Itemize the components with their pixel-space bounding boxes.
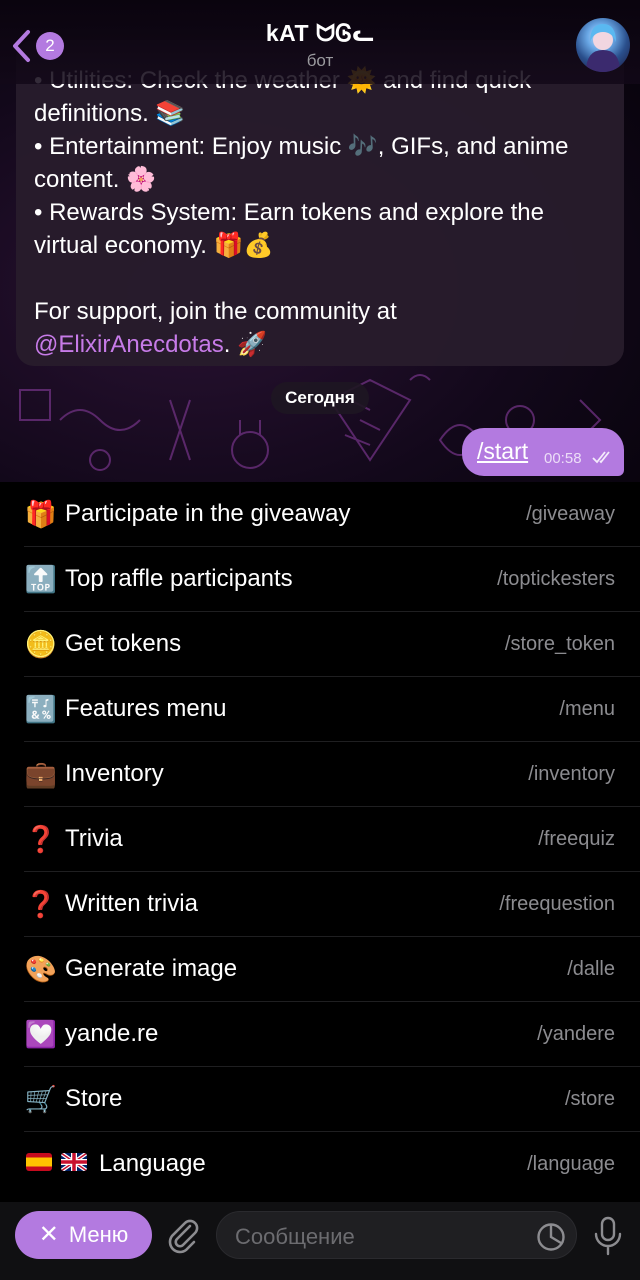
chat-title[interactable]: kAT ᗢᎶᓚ <box>0 20 640 47</box>
palette-icon: 🎨 <box>24 954 58 984</box>
command-item-giveaway[interactable]: 🎁 Participate in the giveaway /giveaway <box>24 482 640 547</box>
command-label: Trivia <box>65 825 123 852</box>
bot-command-list: 🎁 Participate in the giveaway /giveaway … <box>0 482 640 1202</box>
paperclip-icon[interactable] <box>164 1216 202 1254</box>
command-label: Get tokens <box>65 630 182 657</box>
command-label: Generate image <box>65 955 238 982</box>
message-line: definitions. 📚 <box>34 100 186 127</box>
community-mention-link[interactable]: @ElixirAnecdotas <box>34 331 224 358</box>
message-line: virtual economy. 🎁💰 <box>34 232 274 259</box>
command-item-freequestion[interactable]: ❓ Written trivia /freequestion <box>24 872 640 937</box>
symbols-icon: 🔣 <box>24 694 58 724</box>
top-arrow-icon: 🔝 <box>24 564 58 594</box>
command-label: Features menu <box>65 695 227 722</box>
command-label: Top raffle participants <box>65 565 293 592</box>
read-checkmarks-icon <box>592 451 610 464</box>
command-item-freequiz[interactable]: ❓ Trivia /freequiz <box>24 807 640 872</box>
command-item-store-token[interactable]: 🪙 Get tokens /store_token <box>24 612 640 677</box>
start-command-link[interactable]: /start <box>477 438 528 465</box>
command-item-language[interactable]: Language /language <box>24 1132 640 1197</box>
message-input[interactable]: Сообщение <box>216 1211 577 1259</box>
sticker-clock-icon[interactable] <box>536 1222 566 1252</box>
heart-decoration-icon: 💟 <box>24 1019 58 1049</box>
command-name: /freequestion <box>499 893 615 915</box>
message-composer: ✕ Меню Сообщение <box>0 1202 640 1280</box>
command-name: /toptickesters <box>497 568 615 590</box>
microphone-icon[interactable] <box>592 1216 624 1256</box>
command-name: /store_token <box>504 633 615 655</box>
command-name: /inventory <box>528 763 615 785</box>
menu-button-label: Меню <box>68 1222 129 1247</box>
message-input-placeholder: Сообщение <box>235 1224 355 1249</box>
message-line-mention: @ElixirAnecdotas. 🚀 <box>34 328 606 361</box>
message-line: • Rewards System: Earn tokens and explor… <box>34 199 544 226</box>
command-name: /freequiz <box>538 828 615 850</box>
date-separator: Сегодня <box>271 382 369 414</box>
uk-flag-icon <box>61 1153 87 1171</box>
chat-subtitle: бот <box>306 51 334 70</box>
command-name: /language <box>527 1153 615 1175</box>
command-name: /yandere <box>537 1023 615 1045</box>
gift-icon: 🎁 <box>24 499 58 529</box>
spain-flag-icon <box>26 1153 52 1171</box>
briefcase-icon: 💼 <box>24 759 58 789</box>
question-mark-icon: ❓ <box>24 889 58 919</box>
command-label: yande.re <box>65 1020 159 1047</box>
command-label: Store <box>65 1085 123 1112</box>
command-item-toptickesters[interactable]: 🔝 Top raffle participants /toptickesters <box>24 547 640 612</box>
close-icon: ✕ <box>38 1221 59 1248</box>
command-item-menu[interactable]: 🔣 Features menu /menu <box>24 677 640 742</box>
message-line: For support, join the community at <box>34 298 397 325</box>
user-message-bubble: /start 00:58 <box>462 428 624 476</box>
message-line: content. 🌸 <box>34 166 156 193</box>
message-tail: . 🚀 <box>223 331 267 358</box>
message-line <box>34 262 606 295</box>
command-label: Inventory <box>65 760 164 787</box>
command-label: Participate in the giveaway <box>65 500 351 527</box>
coin-icon: 🪙 <box>24 629 58 659</box>
command-item-dalle[interactable]: 🎨 Generate image /dalle <box>24 937 640 1002</box>
chat-header: 2 kAT ᗢᎶᓚ бот <box>0 0 640 84</box>
bot-avatar[interactable] <box>576 18 630 72</box>
command-item-store[interactable]: 🛒 Store /store <box>24 1067 640 1132</box>
bot-message-bubble: • Utilities: Check the weather 🌞 and fin… <box>16 40 624 366</box>
command-name: /dalle <box>567 958 615 980</box>
bot-menu-button[interactable]: ✕ Меню <box>15 1211 152 1259</box>
command-name: /giveaway <box>526 503 615 525</box>
shopping-cart-icon: 🛒 <box>24 1084 58 1114</box>
command-label: Written trivia <box>65 890 198 917</box>
message-time: 00:58 <box>544 450 582 467</box>
command-item-inventory[interactable]: 💼 Inventory /inventory <box>24 742 640 807</box>
command-item-yandere[interactable]: 💟 yande.re /yandere <box>24 1002 640 1067</box>
command-label: Language <box>99 1150 206 1177</box>
avatar-image <box>586 24 620 72</box>
question-mark-icon: ❓ <box>24 824 58 854</box>
command-name: /store <box>564 1088 615 1110</box>
command-name: /menu <box>559 698 615 720</box>
message-line: • Entertainment: Enjoy music 🎶, GIFs, an… <box>34 133 569 160</box>
